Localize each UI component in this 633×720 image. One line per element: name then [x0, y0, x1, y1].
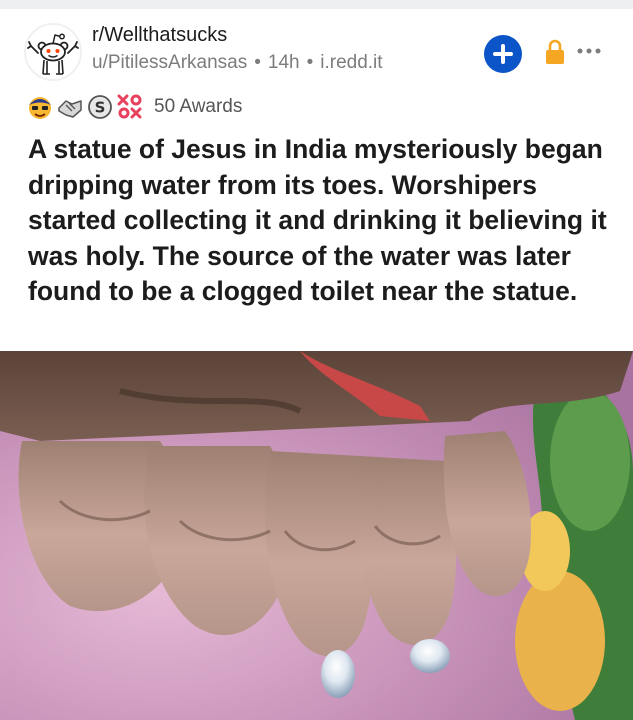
post-header: r/Wellthatsucks u/PitilessArkansas • 14h • i…	[0, 9, 633, 91]
subreddit-avatar[interactable]	[24, 23, 82, 81]
award-silver-icon: S	[88, 95, 112, 119]
post-domain[interactable]: i.redd.it	[320, 52, 382, 73]
awards-row[interactable]: S 50 Awards	[26, 93, 242, 121]
awards-count: 50 Awards	[154, 96, 243, 117]
award-xo-icon	[117, 94, 142, 119]
snoo-avatar-icon	[27, 33, 79, 75]
svg-text:S: S	[95, 99, 106, 117]
separator-dot: •	[254, 52, 261, 73]
award-face-icon	[29, 97, 51, 119]
post-image[interactable]	[0, 351, 633, 720]
award-handshake-icon	[58, 100, 82, 118]
top-divider	[0, 0, 633, 9]
post-age: 14h	[267, 52, 300, 73]
post-byline: u/PitilessArkansas • 14h • i.redd.it	[92, 50, 383, 76]
author-name[interactable]: u/PitilessArkansas	[92, 52, 247, 73]
post-title[interactable]: A statue of Jesus in India mysteriously …	[28, 132, 618, 310]
post-meta: r/Wellthatsucks u/PitilessArkansas • 14h • i…	[92, 22, 383, 76]
join-button[interactable]	[484, 35, 522, 73]
plus-icon	[493, 44, 513, 64]
lock-icon	[546, 39, 564, 64]
subreddit-name[interactable]: r/Wellthatsucks	[92, 22, 383, 48]
more-icon[interactable]	[576, 45, 602, 57]
separator-dot: •	[306, 52, 314, 73]
